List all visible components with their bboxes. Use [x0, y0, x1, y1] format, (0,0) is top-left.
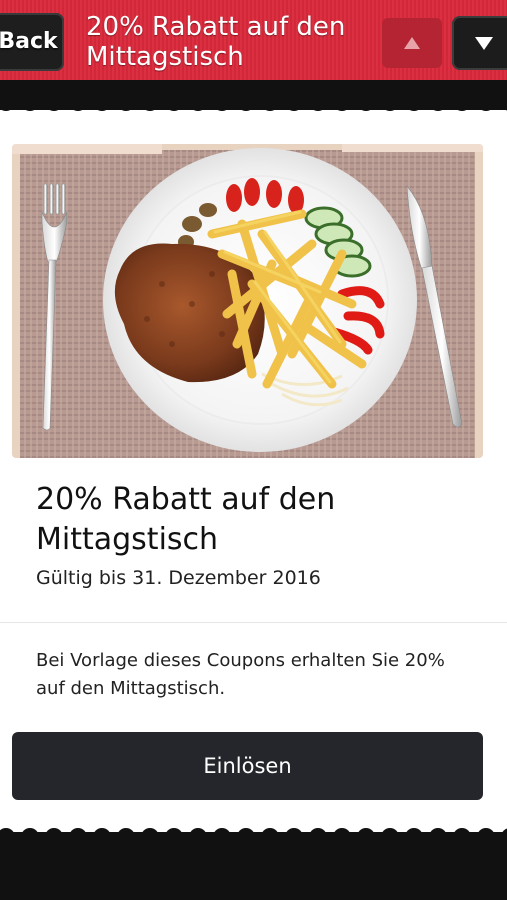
coupon-scalloped-edge-top — [0, 98, 507, 111]
coupon-photo — [12, 144, 483, 458]
redeem-button[interactable]: Einlösen — [12, 732, 483, 800]
previous-button[interactable] — [382, 18, 442, 68]
next-button[interactable] — [452, 16, 507, 70]
validity-text: Gültig bis 31. Dezember 2016 — [36, 567, 321, 589]
coupon-card: 20% Rabatt auf den Mittagstisch Gültig b… — [0, 110, 507, 832]
footer-area — [0, 836, 507, 900]
divider — [0, 622, 507, 623]
navigation-bar: Back 20% Rabatt auf den Mittagstisch — [0, 0, 507, 80]
header-gap — [0, 80, 507, 100]
coupon-title: 20% Rabatt auf den Mittagstisch — [36, 482, 336, 557]
coupon-description: Bei Vorlage dieses Coupons erhalten Sie … — [36, 650, 445, 699]
triangle-down-icon — [475, 37, 493, 50]
triangle-up-icon — [404, 37, 420, 49]
food-plate-image — [12, 144, 483, 458]
page-title: 20% Rabatt auf den Mittagstisch — [86, 12, 346, 72]
back-button[interactable]: Back — [0, 13, 64, 71]
